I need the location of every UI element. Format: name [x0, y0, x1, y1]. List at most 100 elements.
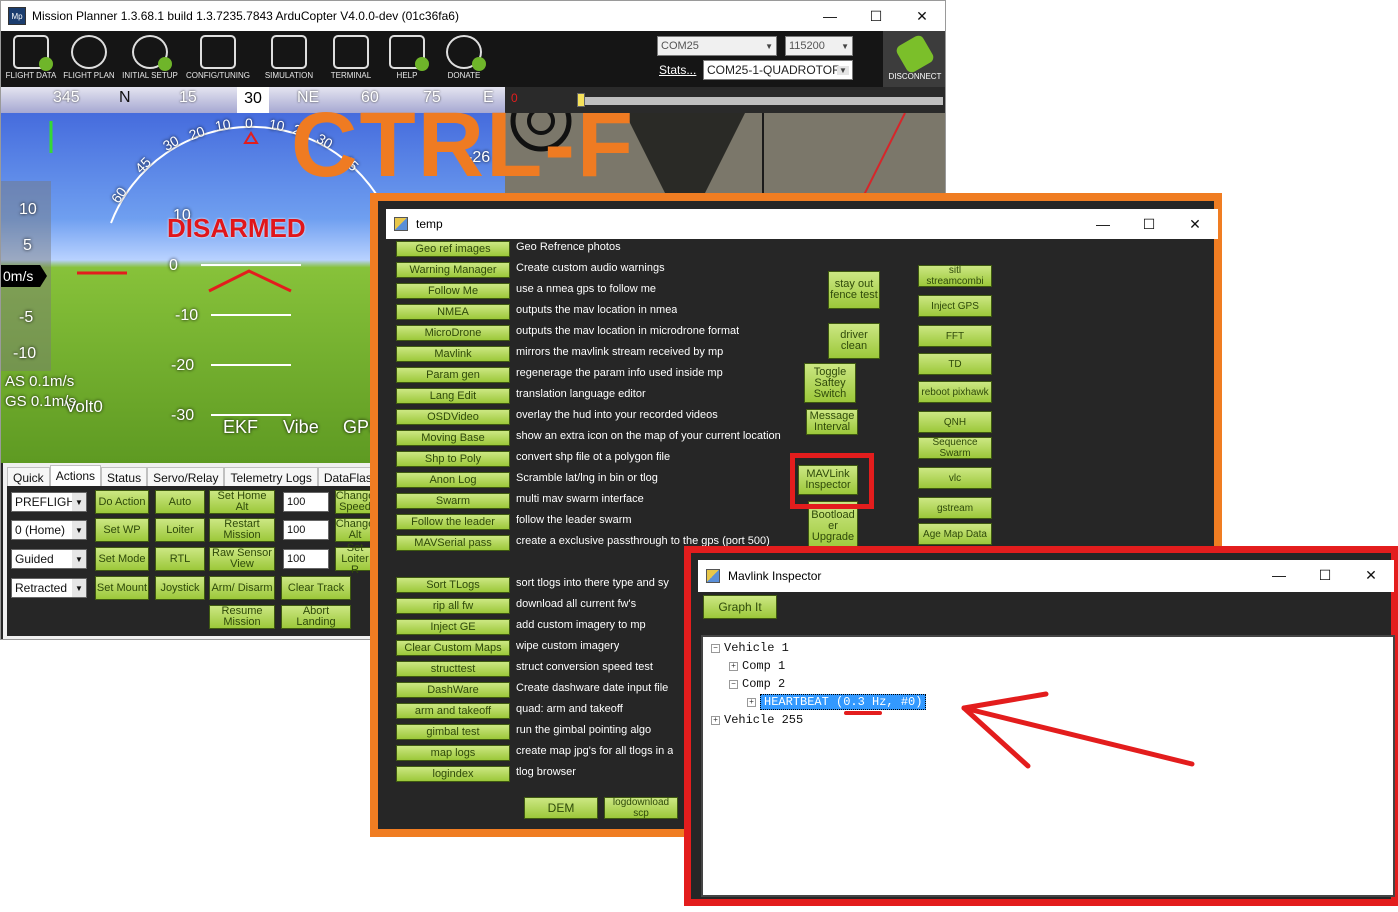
inspector-maximize-button[interactable]: ☐ — [1302, 560, 1348, 590]
inspector-minimize-button[interactable]: — — [1256, 560, 1302, 590]
tree-node-heartbeat[interactable]: + HEARTBEAT (0.3 Hz, #0) — [747, 694, 927, 710]
abort-landing-button[interactable]: Abort Landing — [281, 605, 351, 629]
tool-button[interactable]: TD — [918, 353, 992, 375]
tab-telemetry-logs[interactable]: Telemetry Logs — [224, 467, 318, 487]
tool-button[interactable]: stay out fence test — [828, 271, 880, 309]
set-loiter-radius-button[interactable]: Set Loiter R — [335, 542, 375, 575]
change-speed-button[interactable]: Change Speed — [335, 490, 375, 514]
baud-select[interactable]: 115200 ▼ — [785, 36, 853, 56]
mode-select[interactable]: Guided ▼ — [11, 549, 87, 569]
waypoint-select[interactable]: 0 (Home) ▼ — [11, 520, 87, 540]
speed-spinner[interactable]: 100 — [283, 492, 329, 512]
tree-node-comp-1[interactable]: + Comp 1 — [729, 659, 785, 673]
rtl-button[interactable]: RTL — [155, 547, 205, 571]
tab-status[interactable]: Status — [101, 467, 148, 487]
simulation-button[interactable]: SIMULATION — [259, 33, 319, 85]
tool-button[interactable]: DashWare — [396, 682, 510, 698]
tool-button[interactable]: Sequence Swarm — [918, 437, 992, 459]
tool-button[interactable]: vlc — [918, 467, 992, 489]
tab-quick[interactable]: Quick — [7, 467, 50, 487]
tool-button[interactable]: QNH — [918, 411, 992, 433]
raw-sensor-view-button[interactable]: Raw Sensor View — [209, 547, 275, 571]
set-mode-button[interactable]: Set Mode — [95, 547, 149, 571]
help-button[interactable]: HELP — [381, 33, 433, 85]
set-mount-button[interactable]: Set Mount — [95, 576, 149, 600]
command-select[interactable]: PREFLIGH ▼ — [11, 492, 87, 512]
mavlink-tree[interactable]: − Vehicle 1 + Comp 1 − Comp 2 + HEARTBEAT (0… — [701, 635, 1395, 897]
tool-button[interactable]: MicroDrone — [396, 325, 510, 341]
temp-minimize-button[interactable]: — — [1080, 209, 1126, 239]
set-home-alt-button[interactable]: Set Home Alt — [209, 490, 275, 514]
inspector-close-button[interactable]: ✕ — [1348, 560, 1394, 590]
tool-button[interactable]: Geo ref images — [396, 241, 510, 257]
tool-button[interactable]: Moving Base — [396, 430, 510, 446]
tool-button[interactable]: NMEA — [396, 304, 510, 320]
tool-button[interactable]: Follow the leader — [396, 514, 510, 530]
tool-button[interactable]: gimbal test — [396, 724, 510, 740]
tool-button[interactable]: Mavlink — [396, 346, 510, 362]
tool-button[interactable]: Follow Me — [396, 283, 510, 299]
graph-it-button[interactable]: Graph It — [703, 595, 777, 619]
tool-button[interactable]: OSDVideo — [396, 409, 510, 425]
tool-button[interactable]: driver clean — [828, 323, 880, 359]
tool-button[interactable]: Lang Edit — [396, 388, 510, 404]
tool-button[interactable]: arm and takeoff — [396, 703, 510, 719]
change-alt-button[interactable]: Change Alt — [335, 518, 375, 542]
joystick-button[interactable]: Joystick — [155, 576, 205, 600]
donate-button[interactable]: DONATE — [437, 33, 491, 85]
tool-button[interactable]: MAVSerial pass — [396, 535, 510, 551]
arm-disarm-button[interactable]: Arm/ Disarm — [209, 576, 275, 600]
ekf-label[interactable]: EKF — [223, 417, 258, 438]
tool-button[interactable]: Age Map Data — [918, 523, 992, 545]
tool-button[interactable]: Toggle Saftey Switch — [804, 363, 856, 403]
tool-button[interactable]: Shp to Poly — [396, 451, 510, 467]
set-wp-button[interactable]: Set WP — [95, 518, 149, 542]
tab-servo-relay[interactable]: Servo/Relay — [147, 467, 225, 487]
mount-select[interactable]: Retracted ▼ — [11, 578, 87, 598]
restart-mission-button[interactable]: Restart Mission — [209, 518, 275, 542]
tool-button[interactable]: map logs — [396, 745, 510, 761]
vehicle-select[interactable]: COM25-1-QUADROTOR ▼ — [703, 60, 853, 80]
com-port-select[interactable]: COM25 ▼ — [657, 36, 777, 56]
stats-link[interactable]: Stats... — [659, 63, 696, 77]
tool-button[interactable]: Message Interval — [806, 409, 858, 435]
do-action-button[interactable]: Do Action — [95, 490, 149, 514]
flight-plan-button[interactable]: FLIGHT PLAN — [61, 33, 117, 85]
vibe-label[interactable]: Vibe — [283, 417, 319, 438]
tool-button[interactable]: Inject GPS — [918, 295, 992, 317]
close-button[interactable]: ✕ — [899, 1, 945, 31]
tool-button[interactable]: logindex — [396, 766, 510, 782]
tool-button[interactable]: Param gen — [396, 367, 510, 383]
tab-actions[interactable]: Actions — [49, 465, 102, 487]
config-tuning-button[interactable]: CONFIG/TUNING — [183, 33, 253, 85]
flight-data-button[interactable]: FLIGHT DATA — [3, 33, 59, 85]
tree-node-comp-2[interactable]: − Comp 2 — [729, 677, 785, 691]
tool-button[interactable]: Sort TLogs — [396, 577, 510, 593]
tree-node-vehicle-255[interactable]: + Vehicle 255 — [711, 713, 803, 727]
tool-button[interactable]: Warning Manager — [396, 262, 510, 278]
initial-setup-button[interactable]: INITIAL SETUP — [119, 33, 181, 85]
logdownload-scp-button[interactable]: logdownload scp — [604, 797, 678, 819]
disconnect-button[interactable]: DISCONNECT — [883, 31, 945, 87]
tool-button[interactable]: FFT — [918, 325, 992, 347]
temp-close-button[interactable]: ✕ — [1172, 209, 1218, 239]
temp-maximize-button[interactable]: ☐ — [1126, 209, 1172, 239]
terminal-button[interactable]: TERMINAL — [323, 33, 379, 85]
tool-button[interactable]: Inject GE — [396, 619, 510, 635]
dem-button[interactable]: DEM — [524, 797, 598, 819]
maximize-button[interactable]: ☐ — [853, 1, 899, 31]
loiter-button[interactable]: Loiter — [155, 518, 205, 542]
tool-button[interactable]: structtest — [396, 661, 510, 677]
tool-button[interactable]: Clear Custom Maps — [396, 640, 510, 656]
tool-button[interactable]: rip all fw — [396, 598, 510, 614]
clear-track-button[interactable]: Clear Track — [281, 576, 351, 600]
resume-mission-button[interactable]: Resume Mission — [209, 605, 275, 629]
tool-button[interactable]: reboot pixhawk — [918, 381, 992, 403]
tree-node-vehicle-1[interactable]: − Vehicle 1 — [711, 641, 789, 655]
tool-button[interactable]: gstream — [918, 497, 992, 519]
tool-button[interactable]: Swarm — [396, 493, 510, 509]
tool-button[interactable]: sitl streamcombi — [918, 265, 992, 287]
loiter-radius-spinner[interactable]: 100 — [283, 549, 329, 569]
tool-button[interactable]: Anon Log — [396, 472, 510, 488]
alt-spinner[interactable]: 100 — [283, 520, 329, 540]
